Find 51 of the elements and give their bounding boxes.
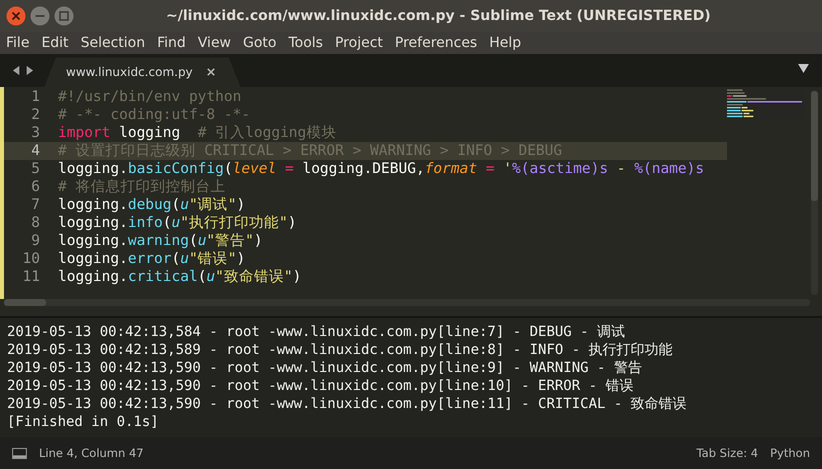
line-number: 3 [30, 124, 41, 142]
menu-item[interactable]: Edit [41, 34, 75, 51]
menu-item[interactable]: Preferences [394, 34, 484, 51]
menu-item[interactable]: Project [334, 34, 389, 51]
menu-item[interactable]: Tools [288, 34, 329, 51]
menu-item[interactable]: Find [157, 34, 192, 51]
code-line: logging.warning(u"警告") [58, 233, 263, 250]
maximize-icon[interactable] [54, 6, 74, 26]
line-number: 4 [4, 142, 46, 160]
code-line: logging.info(u"执行打印功能") [58, 215, 296, 232]
output-line: 2019-05-13 00:42:13,589 - root -www.linuxidc.com.py[line:8] - INFO - 执行打印功能 [7, 340, 674, 359]
output-line: 2019-05-13 00:42:13,590 - root -www.linuxidc.com.py[line:11] - CRITICAL - 致命错误 [7, 394, 688, 413]
close-icon[interactable] [6, 6, 26, 26]
line-number: 9 [30, 232, 41, 250]
minimize-icon[interactable] [30, 6, 50, 26]
menu-item[interactable]: View [198, 34, 238, 51]
horizontal-scrollbar[interactable] [4, 298, 810, 306]
dropdown-icon[interactable] [798, 64, 809, 74]
code-line: # 将信息打印到控制台上 [58, 179, 226, 196]
menu-item[interactable]: File [6, 34, 36, 51]
output-line: [Finished in 0.1s] [7, 412, 160, 431]
code-line: import logging # 引入logging模块 [58, 125, 336, 142]
syntax-indicator[interactable]: Python [770, 446, 810, 460]
code-line: logging.critical(u"致命错误") [58, 269, 302, 286]
vertical-scrollbar[interactable] [811, 91, 818, 295]
line-number: 1 [30, 88, 41, 106]
window-title: ~/linuxidc.com/www.linuxidc.com.py - Sublime Text (UNREGISTERED) [166, 8, 712, 24]
line-number: 10 [22, 250, 41, 268]
code-line: logging.basicConfig(level = logging.DEBUG,format = '%(asctime)s - %(name)s [58, 161, 704, 178]
panel-icon[interactable] [12, 448, 27, 459]
close-icon[interactable] [206, 68, 215, 76]
menu-item[interactable]: Help [489, 34, 528, 51]
line-number: 6 [30, 178, 41, 196]
tab-size-indicator[interactable]: Tab Size: 4 [696, 446, 758, 460]
line-number: 8 [30, 214, 41, 232]
code-line: logging.error(u"错误") [58, 251, 246, 268]
output-line: 2019-05-13 00:42:13,590 - root -www.linuxidc.com.py[line:10] - ERROR - 错误 [7, 376, 634, 395]
line-number: 2 [30, 106, 41, 124]
line-number: 5 [30, 160, 41, 178]
output-line: 2019-05-13 00:42:13,590 - root -www.linuxidc.com.py[line:9] - WARNING - 警告 [7, 358, 643, 377]
output-line: 2019-05-13 00:42:13,584 - root -www.linuxidc.com.py[line:7] - DEBUG - 调试 [7, 322, 626, 341]
code-line: logging.debug(u"调试") [58, 197, 246, 214]
cursor-position: Line 4, Column 47 [39, 446, 144, 460]
code-line: # -*- coding:utf-8 -*- [58, 107, 250, 124]
file-tab[interactable]: www.linuxidc.com.py [44, 57, 241, 88]
navigation-arrows-icon[interactable] [12, 65, 34, 76]
code-line: #!/usr/bin/env python [58, 89, 242, 106]
menu-item[interactable]: Goto [243, 34, 282, 51]
line-number: 7 [30, 196, 41, 214]
line-number: 11 [22, 268, 41, 286]
menu-item[interactable]: Selection [80, 34, 152, 51]
